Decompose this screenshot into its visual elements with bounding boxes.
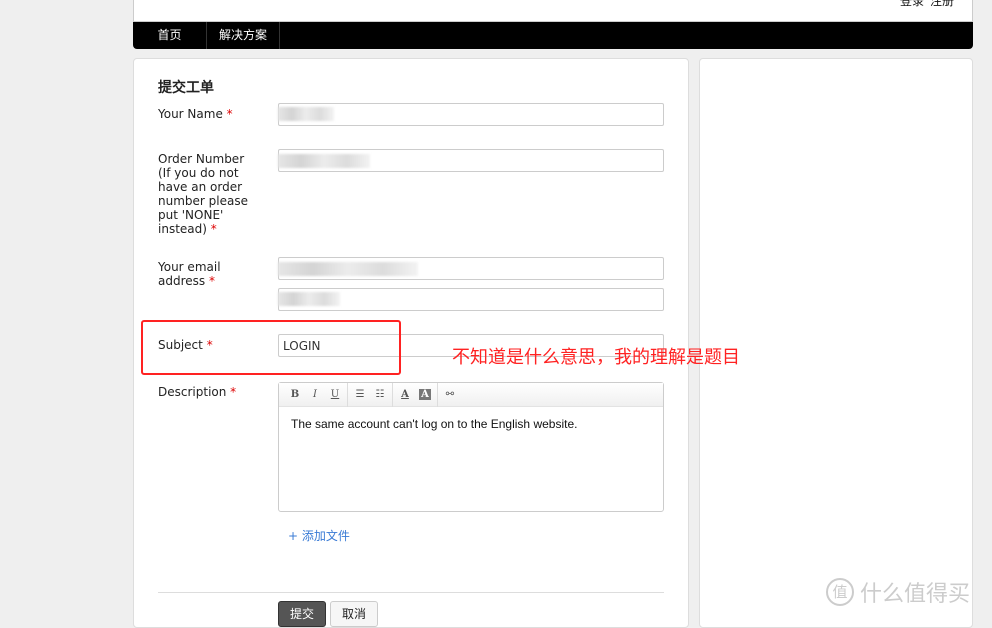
description-label: Description * [158, 385, 237, 399]
sidebar-panel [699, 58, 973, 628]
underline-button[interactable]: U [325, 389, 345, 400]
cancel-button[interactable]: 取消 [330, 601, 378, 627]
annotation-highlight-box [141, 320, 401, 375]
nav-item-solutions[interactable]: 解决方案 [207, 22, 281, 49]
divider [158, 592, 664, 593]
main-nav: 首页 解决方案 [133, 22, 973, 49]
redacted [278, 262, 418, 276]
name-label: Your Name * [158, 107, 233, 121]
name-input[interactable] [278, 103, 664, 126]
site-header: 登录 注册 [133, 0, 973, 22]
watermark-badge: 值 [826, 578, 854, 606]
submit-button[interactable]: 提交 [278, 601, 326, 627]
editor-toolbar: B I U ☰ ☷ A A ⚯ [279, 382, 663, 407]
text-color-button[interactable]: A [395, 389, 415, 400]
order-label: Order Number (If you do not have an orde… [158, 152, 248, 236]
add-file-link[interactable]: + 添加文件 [288, 527, 350, 544]
register-link[interactable]: 注册 [930, 0, 954, 8]
nav-item-home[interactable]: 首页 [133, 22, 207, 49]
numbered-list-icon[interactable]: ☷ [370, 389, 390, 400]
annotation-text: 不知道是什么意思，我的理解是题目 [452, 347, 740, 368]
description-text[interactable]: The same account can't log on to the Eng… [279, 407, 663, 441]
description-editor[interactable]: B I U ☰ ☷ A A ⚯ The same account can't l… [278, 382, 664, 512]
redacted [278, 154, 370, 168]
redacted [278, 107, 334, 121]
italic-button[interactable]: I [305, 389, 325, 400]
page-title: 提交工单 [158, 80, 214, 96]
link-icon[interactable]: ⚯ [440, 389, 460, 400]
redacted [278, 292, 340, 306]
background-color-button[interactable]: A [419, 389, 431, 400]
bullet-list-icon[interactable]: ☰ [350, 389, 370, 400]
email-label: Your email address * [158, 260, 221, 288]
bold-button[interactable]: B [285, 389, 305, 400]
login-link[interactable]: 登录 [900, 0, 924, 8]
watermark: 值什么值得买 [826, 576, 970, 608]
